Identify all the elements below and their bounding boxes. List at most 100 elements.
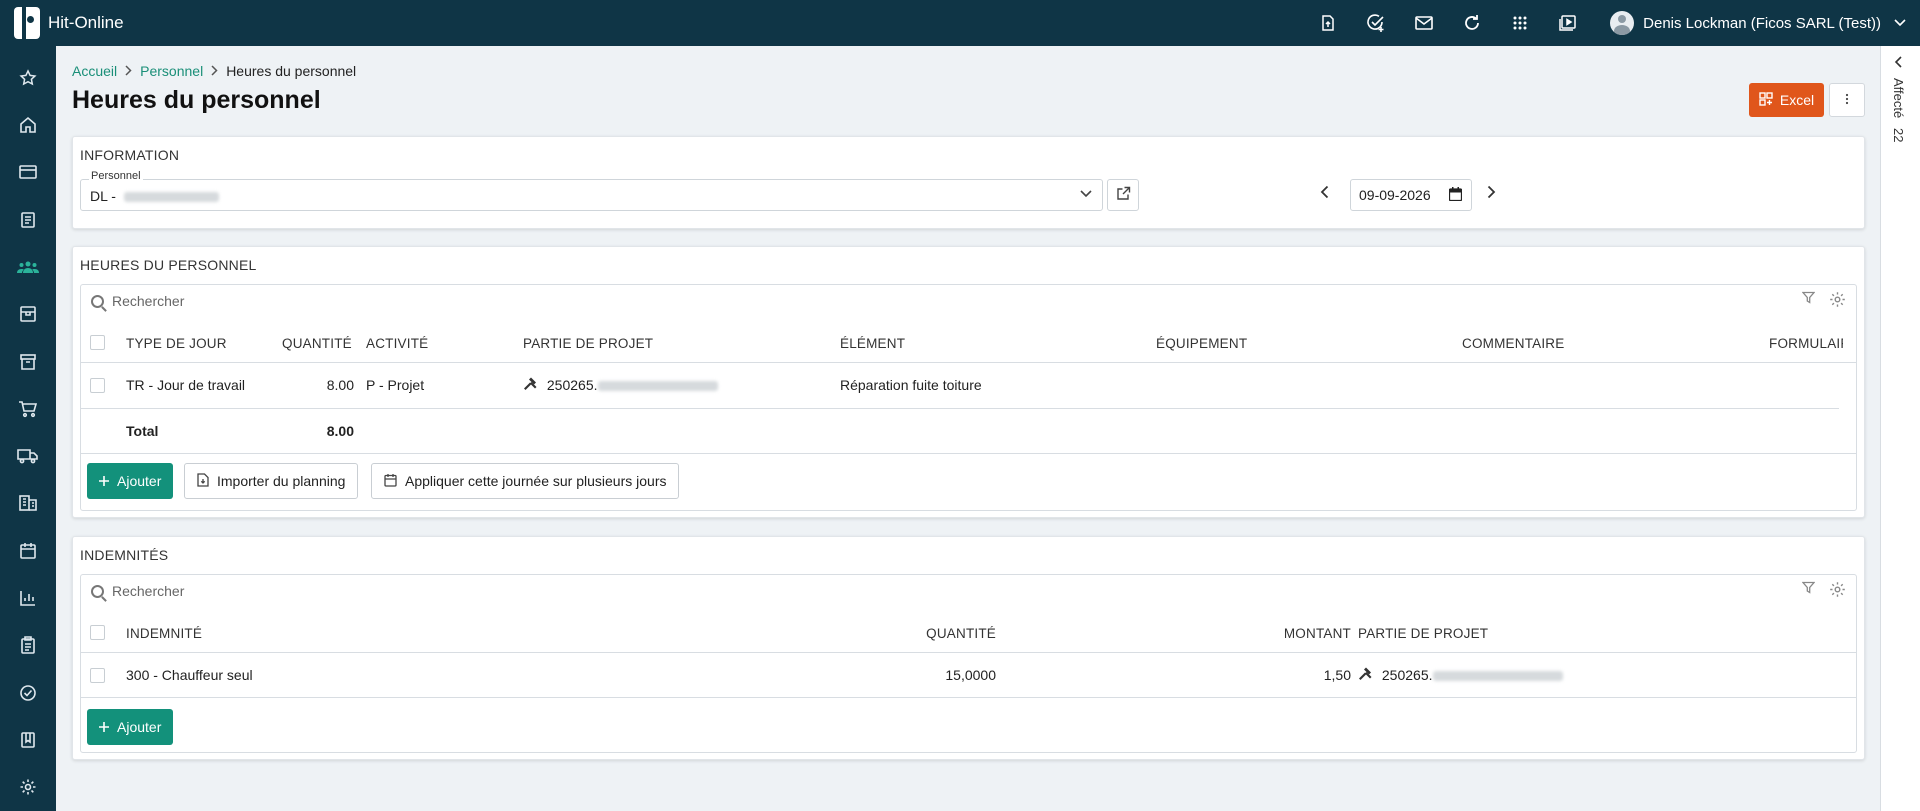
page-title: Heures du personnel [72, 86, 321, 114]
personnel-select[interactable]: Personnel DL - [80, 170, 1103, 211]
building-icon[interactable] [0, 480, 56, 527]
chevron-down-icon [1894, 16, 1906, 30]
book-icon[interactable] [0, 716, 56, 763]
excel-export-button[interactable]: Excel [1749, 83, 1824, 117]
calendar-icon[interactable] [0, 527, 56, 574]
indemnities-grid-tools [1801, 581, 1846, 602]
cart-icon[interactable] [0, 385, 56, 432]
col-element[interactable]: ÉLÉMENT [840, 336, 905, 351]
upload-file-icon[interactable] [1304, 0, 1352, 46]
date-input[interactable]: 09-09-2026 [1350, 179, 1472, 211]
star-icon[interactable] [0, 54, 56, 101]
indemnities-table-header: INDEMNITÉ QUANTITÉ MONTANT PARTIE DE PRO… [81, 613, 1856, 653]
select-all-checkbox[interactable] [90, 335, 105, 350]
plus-icon [99, 473, 109, 489]
col-project-part[interactable]: PARTIE DE PROJET [1358, 626, 1488, 641]
chevron-left-icon [1891, 56, 1906, 68]
tools-icon [1358, 667, 1376, 683]
previous-day-button[interactable] [1320, 185, 1329, 204]
excel-label: Excel [1779, 92, 1815, 108]
file-import-icon [197, 472, 209, 490]
calendar-icon[interactable] [1448, 187, 1463, 204]
cell-project-part: 250265. [1358, 667, 1563, 683]
chevron-right-icon [125, 64, 132, 79]
breadcrumb-personnel-link[interactable]: Personnel [140, 63, 203, 79]
personnel-value: DL - [90, 188, 219, 204]
user-name: Denis Lockman (Ficos SARL (Test)) [1643, 14, 1881, 32]
col-quantity[interactable]: QUANTITÉ [901, 626, 996, 641]
hours-table-header: TYPE DE JOUR QUANTITÉ ACTIVITÉ PARTIE DE… [81, 323, 1856, 363]
assigned-count: 22 [1891, 128, 1906, 143]
table-row[interactable]: 300 - Chauffeur seul 15,0000 1,50 250265… [81, 653, 1856, 698]
cell-quantity: 8.00 [326, 377, 354, 393]
col-activity[interactable]: ACTIVITÉ [366, 336, 428, 351]
chevron-right-icon [211, 64, 218, 79]
check-add-icon[interactable] [1352, 0, 1400, 46]
col-indemnity[interactable]: INDEMNITÉ [126, 626, 202, 641]
col-day-type[interactable]: TYPE DE JOUR [126, 336, 227, 351]
col-quantity[interactable]: QUANTITÉ [282, 336, 352, 351]
top-icons: Denis Lockman (Ficos SARL (Test)) [1304, 0, 1920, 46]
brand-name: Hit-Online [48, 13, 124, 32]
col-amount[interactable]: MONTANT [1261, 626, 1351, 641]
total-quantity: 8.00 [326, 423, 354, 439]
invoice-icon[interactable] [0, 196, 56, 243]
grid-export-icon [1759, 91, 1773, 109]
video-icon[interactable] [1544, 0, 1592, 46]
external-link-icon [1116, 186, 1131, 204]
row-checkbox[interactable] [90, 668, 105, 683]
chevron-down-icon[interactable] [1080, 186, 1092, 201]
select-all-checkbox[interactable] [90, 625, 105, 640]
redacted-name [123, 192, 219, 203]
refresh-icon[interactable] [1448, 0, 1496, 46]
home-icon[interactable] [0, 101, 56, 148]
more-options-button[interactable] [1829, 83, 1865, 117]
col-comment[interactable]: COMMENTAIRE [1462, 336, 1564, 351]
indemnities-card: INDEMNITÉS Rechercher INDEMNITÉ QUANTITÉ… [72, 536, 1865, 760]
add-hours-button[interactable]: Ajouter [87, 463, 174, 499]
card-icon[interactable] [0, 149, 56, 196]
hours-search[interactable]: Rechercher [91, 293, 184, 309]
indemnities-title: INDEMNITÉS [80, 547, 169, 563]
search-icon [91, 584, 104, 598]
cell-project-part: 250265. [523, 377, 718, 393]
staff-icon[interactable] [0, 243, 56, 290]
add-indemnity-label: Ajouter [117, 719, 162, 735]
col-form[interactable]: FORMULAIF [1769, 336, 1843, 351]
apps-grid-icon[interactable] [1496, 0, 1544, 46]
indemnities-grid: Rechercher INDEMNITÉ QUANTITÉ MONTANT PA… [80, 574, 1857, 753]
add-indemnity-button[interactable]: Ajouter [87, 709, 174, 745]
col-equipment[interactable]: ÉQUIPEMENT [1156, 336, 1247, 351]
row-checkbox[interactable] [90, 378, 105, 393]
next-day-button[interactable] [1487, 185, 1496, 204]
brand[interactable]: Hit-Online [0, 7, 300, 39]
cell-activity: P - Projet [366, 377, 425, 393]
gear-icon[interactable] [1829, 581, 1846, 602]
archive-icon[interactable] [0, 338, 56, 385]
user-menu[interactable]: Denis Lockman (Ficos SARL (Test)) [1592, 11, 1920, 35]
gear-icon[interactable] [1829, 291, 1846, 312]
plus-icon [99, 719, 109, 735]
main-content: Accueil Personnel Heures du personnel He… [56, 46, 1880, 811]
filter-icon[interactable] [1801, 291, 1816, 312]
assigned-side-panel[interactable]: Affecté 22 [1880, 46, 1920, 811]
settings-icon[interactable] [0, 764, 56, 811]
open-personnel-button[interactable] [1107, 179, 1139, 211]
indemnities-search[interactable]: Rechercher [91, 583, 184, 599]
table-row[interactable]: TR - Jour de travail 8.00 P - Projet 250… [81, 363, 1856, 408]
import-planning-button[interactable]: Importer du planning [184, 463, 359, 499]
chart-icon[interactable] [0, 574, 56, 621]
box-icon[interactable] [0, 291, 56, 338]
redacted-project [1432, 671, 1563, 682]
breadcrumb-home-link[interactable]: Accueil [72, 63, 117, 79]
check-circle-icon[interactable] [0, 669, 56, 716]
personnel-label: Personnel [89, 170, 143, 182]
mail-icon[interactable] [1400, 0, 1448, 46]
sidebar [0, 46, 56, 811]
apply-multiple-days-button[interactable]: Appliquer cette journée sur plusieurs jo… [371, 463, 680, 499]
cell-amount: 1,50 [1323, 667, 1351, 683]
truck-icon[interactable] [0, 433, 56, 480]
col-project-part[interactable]: PARTIE DE PROJET [523, 336, 653, 351]
clipboard-icon[interactable] [0, 622, 56, 669]
filter-icon[interactable] [1801, 581, 1816, 602]
